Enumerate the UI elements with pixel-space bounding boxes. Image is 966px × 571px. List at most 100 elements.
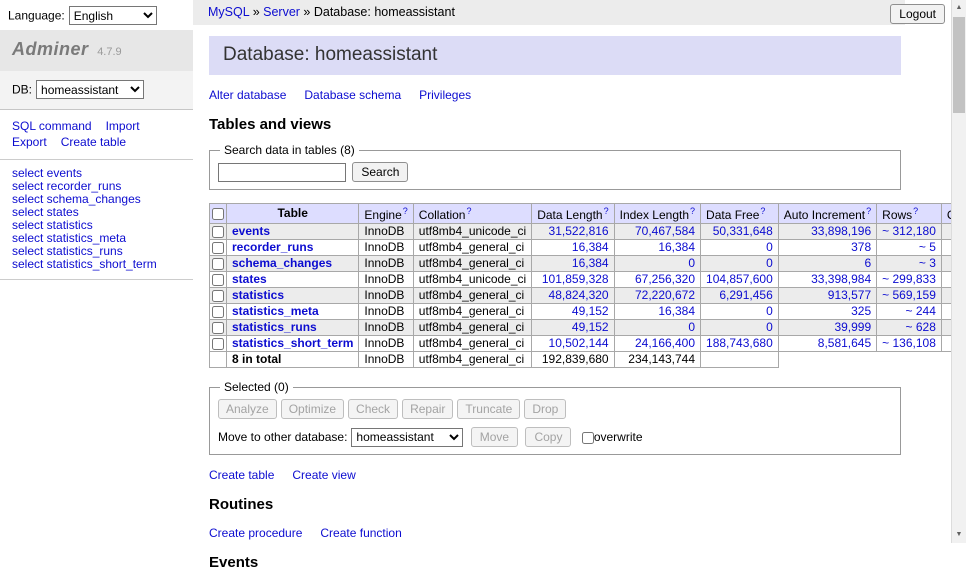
row-checkbox[interactable] bbox=[212, 322, 224, 334]
language-label: Language: bbox=[8, 9, 65, 23]
overwrite-label: overwrite bbox=[594, 430, 643, 444]
data-free-link[interactable]: 0 bbox=[766, 304, 773, 318]
copy-button[interactable]: Copy bbox=[525, 427, 571, 447]
auto-increment-link[interactable]: 39,999 bbox=[834, 320, 871, 334]
scrollbar-thumb[interactable] bbox=[953, 17, 965, 113]
language-select[interactable]: English bbox=[69, 6, 157, 25]
db-action-database-schema[interactable]: Database schema bbox=[304, 88, 401, 102]
help-icon[interactable]: ? bbox=[466, 206, 471, 216]
auto-increment-link[interactable]: 6 bbox=[864, 256, 871, 270]
table-link-schema-changes[interactable]: schema_changes bbox=[232, 256, 332, 270]
table-link-statistics[interactable]: statistics bbox=[232, 288, 284, 302]
help-icon[interactable]: ? bbox=[403, 206, 408, 216]
index-length-link[interactable]: 67,256,320 bbox=[635, 272, 695, 286]
sidebar-link-export[interactable]: Export bbox=[12, 135, 47, 149]
scrollbar[interactable]: ▲ ▼ bbox=[951, 0, 966, 543]
data-length-link[interactable]: 10,502,144 bbox=[549, 336, 609, 350]
drop-button[interactable]: Drop bbox=[524, 399, 566, 419]
search-button[interactable]: Search bbox=[352, 162, 408, 182]
rows-count-link[interactable]: ~ 136,108 bbox=[882, 336, 936, 350]
data-free-link[interactable]: 104,857,600 bbox=[706, 272, 773, 286]
rows-count-link[interactable]: ~ 299,833 bbox=[882, 272, 936, 286]
help-icon[interactable]: ? bbox=[913, 206, 918, 216]
data-free-link[interactable]: 188,743,680 bbox=[706, 336, 773, 350]
routine-create-function[interactable]: Create function bbox=[320, 526, 401, 540]
table-link-events[interactable]: events bbox=[232, 224, 270, 238]
row-checkbox[interactable] bbox=[212, 306, 224, 318]
row-checkbox[interactable] bbox=[212, 274, 224, 286]
rows-count-link[interactable]: ~ 3 bbox=[919, 256, 936, 270]
routine-create-procedure[interactable]: Create procedure bbox=[209, 526, 302, 540]
table-link-statistics-short-term[interactable]: statistics_short_term bbox=[232, 336, 353, 350]
rows-count-link[interactable]: ~ 569,159 bbox=[882, 288, 936, 302]
bottom-create-view[interactable]: Create view bbox=[292, 468, 355, 482]
index-length-link[interactable]: 0 bbox=[688, 256, 695, 270]
index-length-link[interactable]: 24,166,400 bbox=[635, 336, 695, 350]
search-input[interactable] bbox=[218, 163, 346, 182]
index-length-link[interactable]: 16,384 bbox=[658, 304, 695, 318]
analyze-button[interactable]: Analyze bbox=[218, 399, 277, 419]
data-length-link[interactable]: 101,859,328 bbox=[542, 272, 609, 286]
table-name-cell: statistics_meta bbox=[227, 304, 359, 320]
bottom-create-table[interactable]: Create table bbox=[209, 468, 274, 482]
move-button[interactable]: Move bbox=[471, 427, 518, 447]
index-length-link[interactable]: 0 bbox=[688, 320, 695, 334]
sidebar-link-create-table[interactable]: Create table bbox=[61, 135, 126, 149]
scrollbar-up-arrow[interactable]: ▲ bbox=[952, 0, 966, 16]
table-link-states[interactable]: states bbox=[232, 272, 267, 286]
table-link-statistics-runs[interactable]: statistics_runs bbox=[232, 320, 317, 334]
auto-increment-link[interactable]: 378 bbox=[851, 240, 871, 254]
data-free-link[interactable]: 0 bbox=[766, 240, 773, 254]
check-button[interactable]: Check bbox=[348, 399, 398, 419]
row-checkbox[interactable] bbox=[212, 258, 224, 270]
breadcrumb-link-server[interactable]: Server bbox=[263, 5, 300, 19]
table-link-recorder-runs[interactable]: recorder_runs bbox=[232, 240, 313, 254]
data-length-link[interactable]: 49,152 bbox=[572, 304, 609, 318]
sidebar-select-statistics-short-term[interactable]: select statistics_short_term bbox=[12, 258, 181, 271]
help-icon[interactable]: ? bbox=[690, 206, 695, 216]
rows-count-link[interactable]: ~ 5 bbox=[919, 240, 936, 254]
rows-count-link[interactable]: ~ 312,180 bbox=[882, 224, 936, 238]
table-link-statistics-meta[interactable]: statistics_meta bbox=[232, 304, 319, 318]
repair-button[interactable]: Repair bbox=[402, 399, 453, 419]
data-length-link[interactable]: 49,152 bbox=[572, 320, 609, 334]
auto-increment-link[interactable]: 8,581,645 bbox=[818, 336, 871, 350]
index-length-link[interactable]: 16,384 bbox=[658, 240, 695, 254]
row-checkbox[interactable] bbox=[212, 226, 224, 238]
db-action-alter-database[interactable]: Alter database bbox=[209, 88, 286, 102]
auto-increment-link[interactable]: 325 bbox=[851, 304, 871, 318]
help-icon[interactable]: ? bbox=[866, 206, 871, 216]
help-icon[interactable]: ? bbox=[604, 206, 609, 216]
rows-count-link[interactable]: ~ 244 bbox=[906, 304, 936, 318]
row-checkbox[interactable] bbox=[212, 242, 224, 254]
data-free-link[interactable]: 50,331,648 bbox=[713, 224, 773, 238]
row-checkbox[interactable] bbox=[212, 290, 224, 302]
auto-increment-link[interactable]: 913,577 bbox=[828, 288, 871, 302]
auto-increment-link[interactable]: 33,398,984 bbox=[811, 272, 871, 286]
data-length-link[interactable]: 16,384 bbox=[572, 256, 609, 270]
sidebar-link-sql-command[interactable]: SQL command bbox=[12, 119, 92, 133]
rows-count-link[interactable]: ~ 628 bbox=[906, 320, 936, 334]
help-icon[interactable]: ? bbox=[760, 206, 765, 216]
move-db-select[interactable]: homeassistant bbox=[351, 428, 463, 447]
row-checkbox[interactable] bbox=[212, 338, 224, 350]
auto-increment-link[interactable]: 33,898,196 bbox=[811, 224, 871, 238]
breadcrumb-link-mysql[interactable]: MySQL bbox=[208, 5, 249, 19]
data-length-link[interactable]: 48,824,320 bbox=[549, 288, 609, 302]
data-free-link[interactable]: 0 bbox=[766, 320, 773, 334]
db-action-privileges[interactable]: Privileges bbox=[419, 88, 471, 102]
scrollbar-down-arrow[interactable]: ▼ bbox=[952, 527, 966, 543]
logout-button[interactable]: Logout bbox=[890, 4, 945, 24]
overwrite-checkbox[interactable] bbox=[582, 432, 594, 444]
truncate-button[interactable]: Truncate bbox=[457, 399, 520, 419]
sidebar-link-import[interactable]: Import bbox=[106, 119, 140, 133]
data-length-link[interactable]: 16,384 bbox=[572, 240, 609, 254]
index-length-link[interactable]: 72,220,672 bbox=[635, 288, 695, 302]
data-free-link[interactable]: 6,291,456 bbox=[719, 288, 772, 302]
optimize-button[interactable]: Optimize bbox=[281, 399, 344, 419]
data-length-link[interactable]: 31,522,816 bbox=[549, 224, 609, 238]
select-all-checkbox[interactable] bbox=[212, 208, 224, 220]
index-length-link[interactable]: 70,467,584 bbox=[635, 224, 695, 238]
data-free-link[interactable]: 0 bbox=[766, 256, 773, 270]
db-select[interactable]: homeassistant bbox=[36, 80, 144, 99]
